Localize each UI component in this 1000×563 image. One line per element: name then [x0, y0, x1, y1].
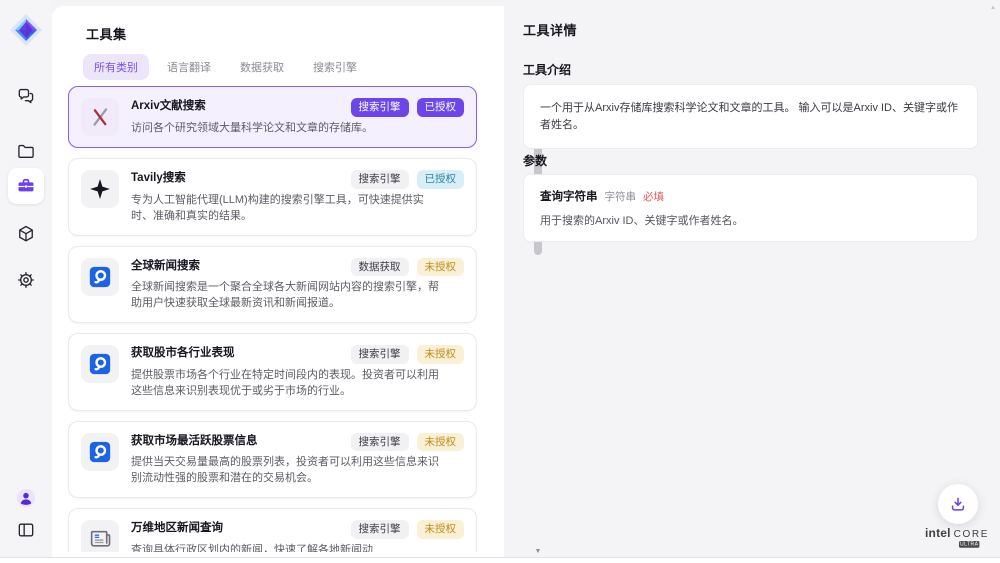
window-bottom-strip — [0, 557, 1000, 563]
tool-icon blue-search-icon — [81, 345, 119, 383]
tool-title: Tavily搜索 — [131, 170, 343, 186]
tab-0[interactable]: 所有类别 — [83, 54, 149, 80]
tab-1[interactable]: 语言翻译 — [156, 54, 222, 80]
tool-card[interactable]: 获取市场最活跃股票信息 搜索引擎 未授权 提供当天交易量最高的股票列表，投资者可… — [68, 421, 477, 499]
parameter-type: 字符串 — [605, 189, 637, 204]
nav-tools-button toolbox-icon[interactable] — [8, 168, 44, 204]
parameter-required-badge: 必填 — [643, 189, 664, 204]
detail-title: 工具详情 — [523, 20, 577, 39]
category-badge: 搜索引擎 — [351, 345, 409, 364]
tool-card[interactable]: 全球新闻搜索 数据获取 未授权 全球新闻搜索是一个聚合全球各大新闻网站内容的搜索… — [68, 246, 477, 324]
params-heading: 参数 — [523, 152, 547, 169]
category-badge: 搜索引擎 — [351, 433, 409, 452]
status-badge: 已授权 — [417, 170, 465, 189]
tool-icon blue-search-icon — [81, 258, 119, 296]
user-avatar user-avatar-icon[interactable] — [14, 486, 38, 510]
tool-card[interactable]: Tavily搜索 搜索引擎 已授权 专为人工智能代理(LLM)构建的搜索引擎工具… — [68, 158, 477, 236]
category-badge: 搜索引擎 — [351, 520, 409, 539]
tool-description: 专为人工智能代理(LLM)构建的搜索引擎工具，可快速提供实时、准确和真实的结果。 — [131, 192, 443, 224]
tool-title: Arxiv文献搜索 — [131, 98, 343, 114]
intro-heading: 工具介绍 — [523, 61, 571, 78]
tool-card[interactable]: Arxiv文献搜索 搜索引擎 已授权 访问各个研究领域大量科学论文和文章的存储库… — [68, 86, 477, 148]
tool-description: 提供股票市场各个行业在特定时间段内的表现。投资者可以利用这些信息来识别表现优于或… — [131, 367, 443, 399]
tool-title: 全球新闻搜索 — [131, 258, 343, 274]
brand-core-text: CORE — [954, 529, 989, 540]
category-tabs: 所有类别语言翻译数据获取搜索引擎 — [83, 54, 368, 80]
tool-icon arxiv-icon — [81, 98, 119, 136]
status-badge: 未授权 — [417, 520, 465, 539]
tool-icon newspaper-icon — [81, 520, 119, 552]
intro-text: 一个用于从Arxiv存储库搜索科学论文和文章的工具。 输入可以是Arxiv ID… — [540, 102, 958, 131]
tool-card[interactable]: 万维地区新闻查询 搜索引擎 未授权 查询具体行政区划内的新闻，快速了解各地新闻动 — [68, 508, 477, 552]
status-badge: 未授权 — [417, 345, 465, 364]
tool-description: 查询具体行政区划内的新闻，快速了解各地新闻动 — [131, 542, 443, 553]
tool-description: 全球新闻搜索是一个聚合全球各大新闻网站内容的搜索引擎，帮助用户快速获取全球最新资… — [131, 279, 443, 311]
status-badge: 已授权 — [417, 98, 465, 117]
app-window: 工具集 所有类别语言翻译数据获取搜索引擎 Arxiv文献搜索 搜索引擎 已授权 … — [0, 0, 1000, 563]
app-logo gem-logo-icon — [8, 12, 44, 48]
parameter-card: 查询字符串 字符串 必填 用于搜索的Arxiv ID、关键字或作者姓名。 — [523, 174, 978, 242]
icon-rail — [0, 0, 52, 557]
brand-ultra-badge: ULTRA — [959, 541, 979, 548]
tool-title: 万维地区新闻查询 — [131, 520, 343, 536]
intro-card: 一个用于从Arxiv存储库搜索科学论文和文章的工具。 输入可以是Arxiv ID… — [523, 84, 978, 149]
parameter-list: 查询字符串 字符串 必填 用于搜索的Arxiv ID、关键字或作者姓名。 — [523, 174, 978, 242]
tab-2[interactable]: 数据获取 — [229, 54, 295, 80]
nav-files-button folder-icon[interactable] — [14, 140, 38, 164]
status-badge: 未授权 — [417, 258, 465, 277]
tool-card[interactable]: 获取股市各行业表现 搜索引擎 未授权 提供股票市场各个行业在特定时间段内的表现。… — [68, 333, 477, 411]
nav-models-button cube-icon[interactable] — [14, 222, 38, 246]
nav-chat-button chat-icon[interactable] — [14, 84, 38, 108]
category-badge: 搜索引擎 — [351, 170, 409, 189]
tool-icon blue-search-icon — [81, 433, 119, 471]
tool-detail-panel: 工具详情 工具介绍 一个用于从Arxiv存储库搜索科学论文和文章的工具。 输入可… — [504, 0, 1000, 557]
brand-intel-text: intel — [925, 526, 951, 540]
parameter-description: 用于搜索的Arxiv ID、关键字或作者姓名。 — [540, 212, 961, 228]
intel-core-logo: intel CORE ULTRA — [925, 526, 995, 549]
tool-icon sparkle-icon — [81, 170, 119, 208]
tool-description: 提供当天交易量最高的股票列表，投资者可以利用这些信息来识别流动性强的股票和潜在的… — [131, 454, 443, 486]
tool-title: 获取市场最活跃股票信息 — [131, 433, 343, 449]
parameter-name: 查询字符串 — [540, 188, 598, 204]
detail-scroll-up-icon: ▲ — [990, 5, 996, 11]
nav-settings-button gear-icon[interactable] — [14, 268, 38, 292]
category-badge: 搜索引擎 — [351, 98, 409, 117]
tool-list: Arxiv文献搜索 搜索引擎 已授权 访问各个研究领域大量科学论文和文章的存储库… — [68, 86, 477, 552]
page-title: 工具集 — [86, 24, 127, 43]
download-button download-icon[interactable] — [938, 484, 978, 524]
category-badge: 数据获取 — [351, 258, 409, 277]
tab-3[interactable]: 搜索引擎 — [302, 54, 368, 80]
tool-title: 获取股市各行业表现 — [131, 345, 343, 361]
tool-list-panel: 工具集 所有类别语言翻译数据获取搜索引擎 Arxiv文献搜索 搜索引擎 已授权 … — [52, 6, 504, 557]
status-badge: 未授权 — [417, 433, 465, 452]
tool-description: 访问各个研究领域大量科学论文和文章的存储库。 — [131, 120, 443, 136]
collapse-panel-button panel-toggle-icon[interactable] — [14, 518, 38, 542]
